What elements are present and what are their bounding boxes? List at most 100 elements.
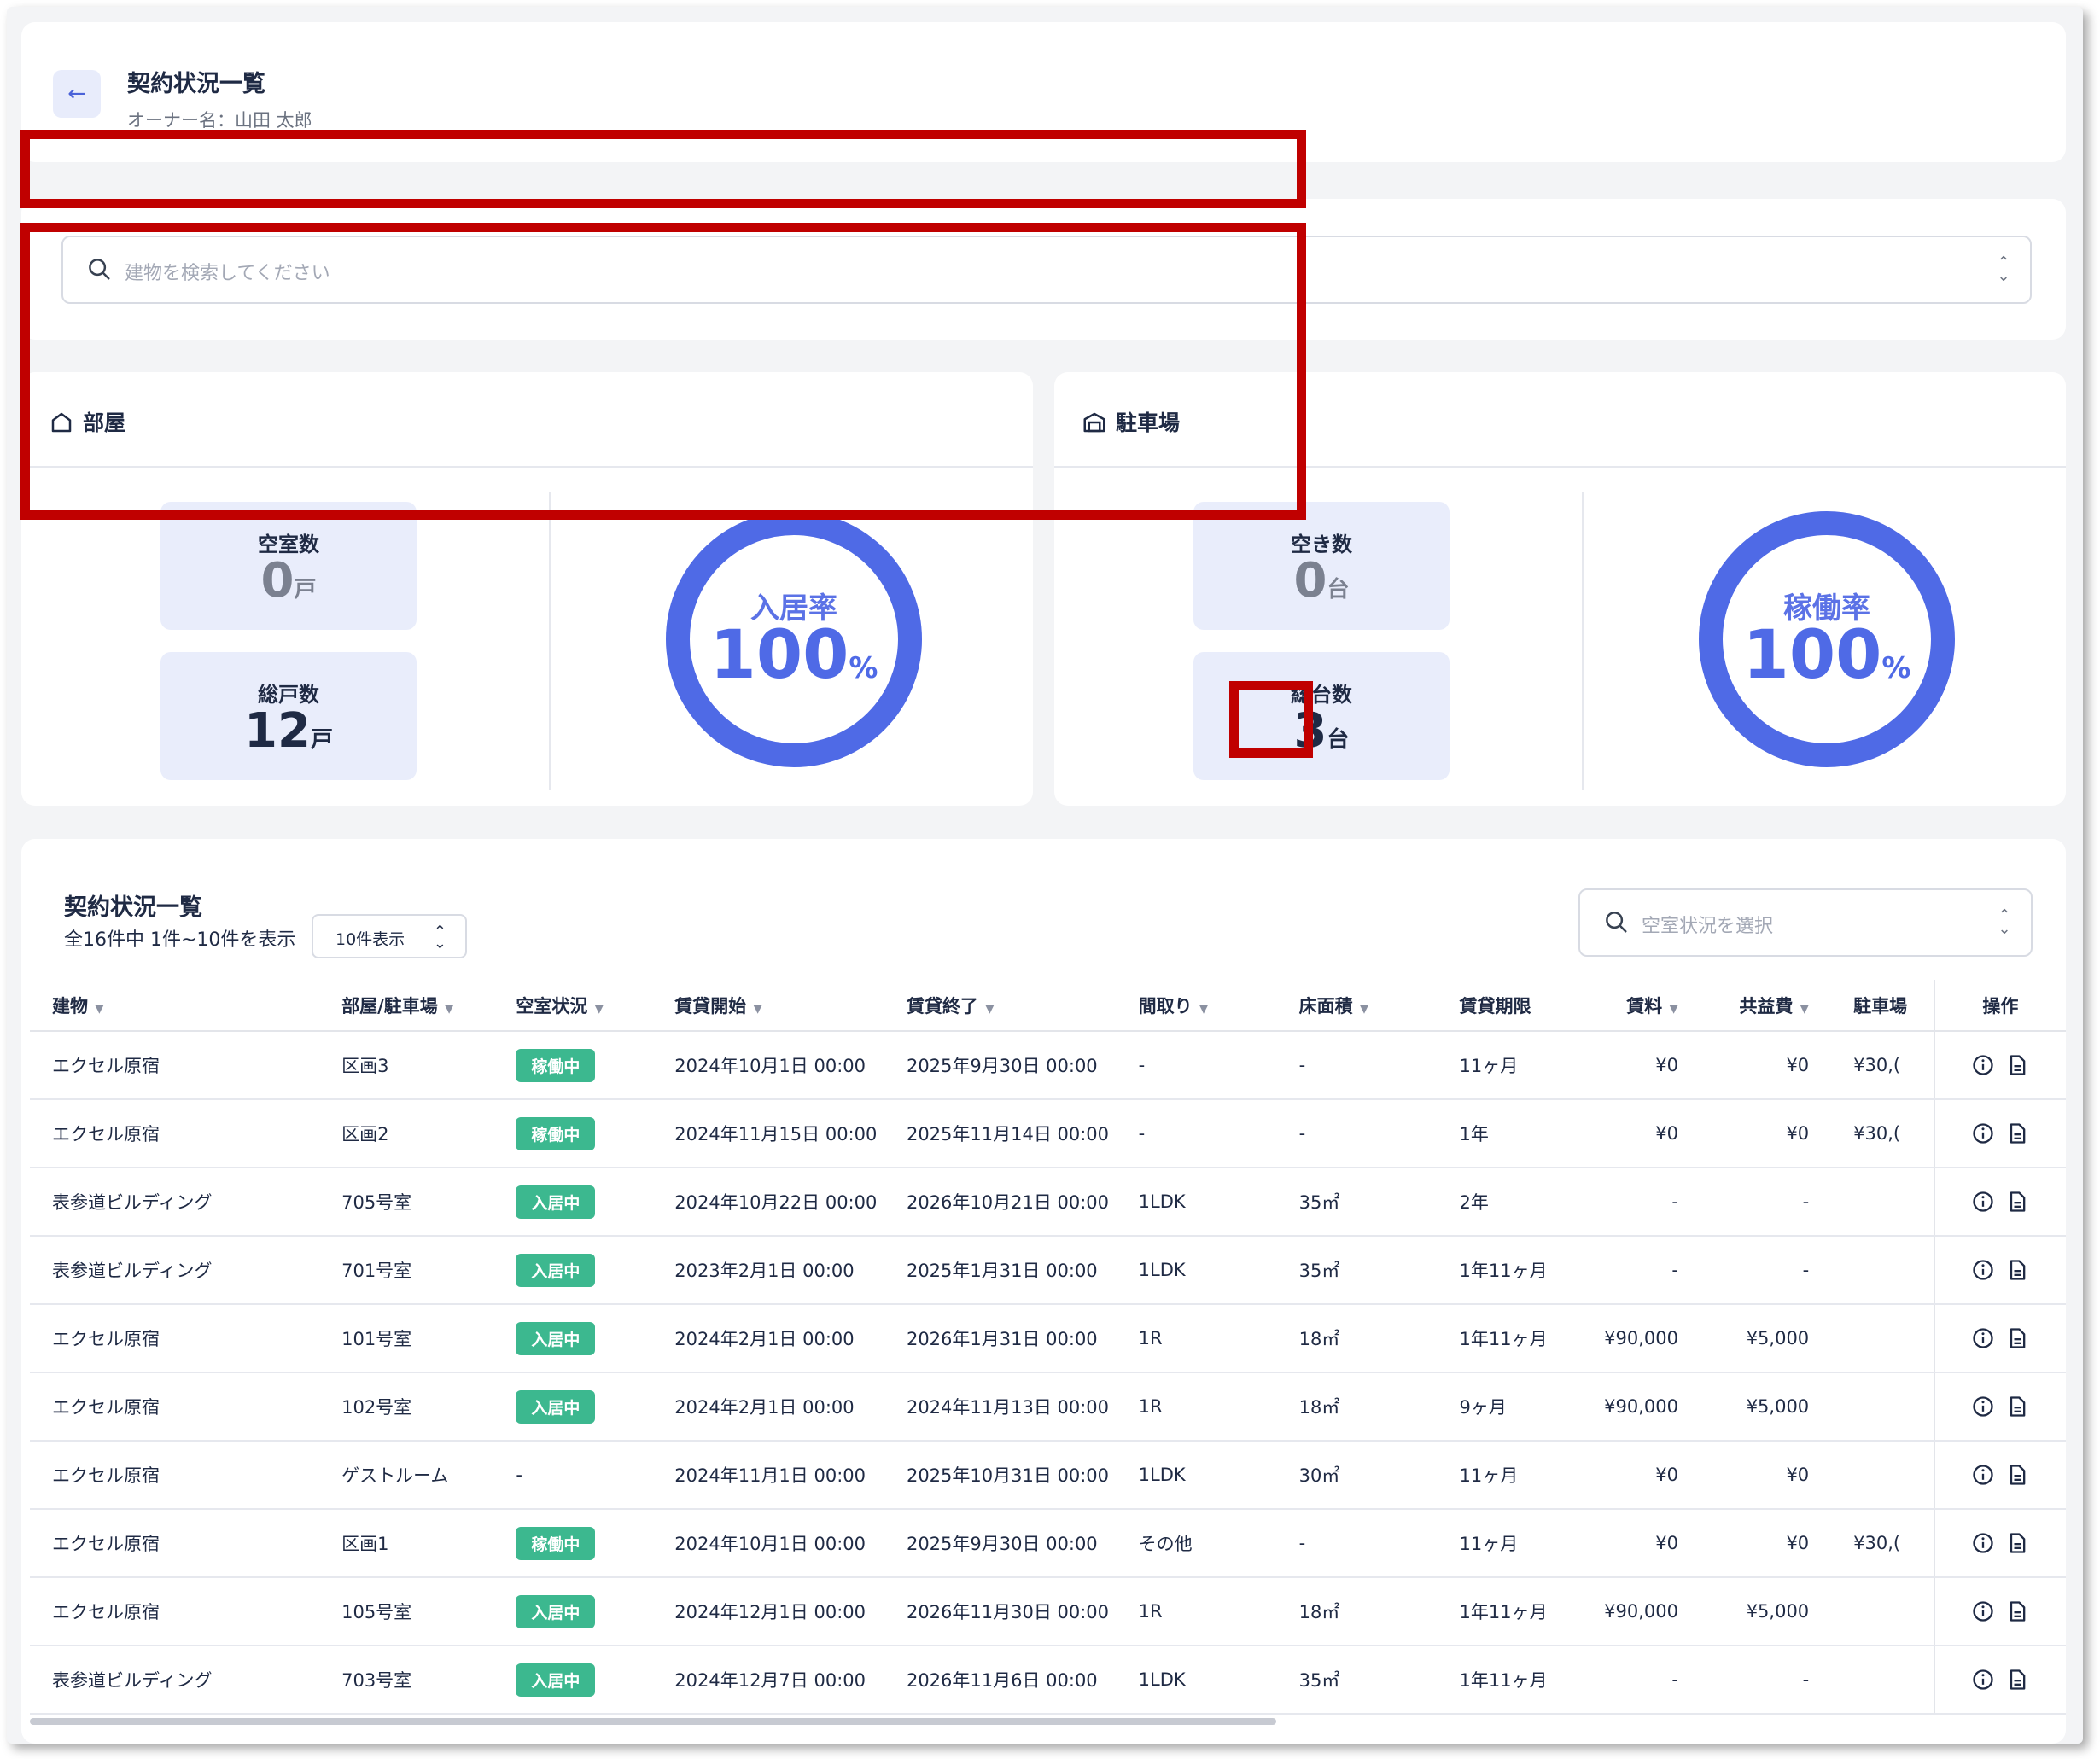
table-header-row: 建物 ▼ 部屋/駐車場 ▼ 空室状況 ▼ 賃貸開始 ▼ 賃貸終了 ▼ 間取り ▼ 床面積 ▼ … (30, 980, 2066, 1032)
table-row[interactable]: エクセル原宿 105号室 入居中 2024年12月1日 00:00 2026年11月30… (30, 1577, 2066, 1646)
horizontal-scrollbar[interactable] (30, 1718, 1276, 1725)
info-icon[interactable] (1971, 1395, 1995, 1418)
table-row[interactable]: エクセル原宿 102号室 入居中 2024年2月1日 00:00 2024年11月13日… (30, 1372, 2066, 1442)
column-header-area[interactable]: 床面積 ▼ (1276, 980, 1438, 1032)
chevron-up-down-icon: ⌃ ⌄ (433, 923, 446, 952)
cell-start: 2024年2月1日 00:00 (652, 1304, 884, 1373)
document-icon[interactable] (2005, 1531, 2029, 1555)
cell-parking (1831, 1168, 1934, 1237)
cell-parking: ¥30,( (1831, 1099, 1934, 1168)
cell-term: 1年 (1437, 1099, 1596, 1168)
cell-layout: - (1116, 1031, 1277, 1100)
cell-layout: 1LDK (1116, 1236, 1277, 1305)
cell-parking (1831, 1372, 1934, 1442)
cell-rent: ¥0 (1595, 1031, 1700, 1100)
table-row[interactable]: 表参道ビルディング 703号室 入居中 2024年12月7日 00:00 2026年11… (30, 1645, 2066, 1715)
cell-parking: ¥30,( (1831, 1509, 1934, 1578)
column-header-rent[interactable]: 賃料 ▼ (1595, 980, 1700, 1032)
cell-building: エクセル原宿 (30, 1441, 320, 1510)
divider (549, 492, 551, 790)
column-header-status[interactable]: 空室状況 ▼ (493, 980, 653, 1032)
cell-area: 35㎡ (1276, 1168, 1438, 1237)
cell-room: 101号室 (319, 1304, 494, 1373)
cell-area: 35㎡ (1276, 1236, 1438, 1305)
cell-layout: 1R (1116, 1372, 1277, 1442)
column-header-building[interactable]: 建物 ▼ (30, 980, 320, 1032)
sort-icon: ▼ (444, 1001, 454, 1016)
cell-layout: 1LDK (1116, 1168, 1277, 1237)
column-header-start[interactable]: 賃貸開始 ▼ (652, 980, 884, 1032)
cell-start: 2024年12月7日 00:00 (652, 1645, 884, 1715)
table-row[interactable]: エクセル原宿 区画2 稼働中 2024年11月15日 00:00 2025年11月14日… (30, 1099, 2066, 1168)
sort-icon: ▼ (1359, 1001, 1369, 1016)
contract-list-card: 契約状況一覧 全16件中 1件~10件を表示 10件表示 ⌃ ⌄ 空室状況を選択 … (21, 839, 2066, 1744)
document-icon[interactable] (2005, 1326, 2029, 1350)
per-page-select[interactable]: 10件表示 ⌃ ⌄ (312, 914, 467, 958)
document-icon[interactable] (2005, 1599, 2029, 1623)
back-button[interactable]: ← (53, 70, 101, 118)
table-row[interactable]: エクセル原宿 区画3 稼働中 2024年10月1日 00:00 2025年9月30日 0… (30, 1031, 2066, 1100)
cell-rent: - (1595, 1168, 1700, 1237)
info-icon[interactable] (1971, 1531, 1995, 1555)
info-icon[interactable] (1971, 1053, 1995, 1077)
info-icon[interactable] (1971, 1326, 1995, 1350)
cell-term: 11ヶ月 (1437, 1441, 1596, 1510)
cell-parking (1831, 1441, 1934, 1510)
cell-status: 稼働中 (493, 1099, 653, 1168)
table-row[interactable]: 表参道ビルディング 701号室 入居中 2023年2月1日 00:00 2025年1月3… (30, 1236, 2066, 1305)
document-icon[interactable] (2005, 1668, 2029, 1692)
cell-actions (1933, 1236, 2066, 1305)
cell-rent: ¥0 (1595, 1509, 1700, 1578)
cell-layout: 1R (1116, 1577, 1277, 1646)
highlight-summary (20, 223, 1306, 520)
cell-actions (1933, 1645, 2066, 1715)
sort-icon: ▼ (1800, 1001, 1810, 1016)
cell-status: 入居中 (493, 1372, 653, 1442)
status-filter-select[interactable]: 空室状況を選択 ⌃ ⌄ (1578, 888, 2033, 957)
cell-end: 2024年11月13日 00:00 (884, 1372, 1117, 1442)
cell-building: エクセル原宿 (30, 1372, 320, 1442)
document-icon[interactable] (2005, 1395, 2029, 1418)
document-icon[interactable] (2005, 1258, 2029, 1282)
cell-building: 表参道ビルディング (30, 1645, 320, 1715)
chevron-up-down-icon: ⌃ ⌄ (1998, 906, 2011, 938)
cell-status: 稼働中 (493, 1031, 653, 1100)
cell-rent: - (1595, 1236, 1700, 1305)
cell-actions (1933, 1168, 2066, 1237)
per-page-value: 10件表示 (335, 930, 405, 949)
cell-actions (1933, 1304, 2066, 1373)
cell-building: 表参道ビルディング (30, 1168, 320, 1237)
table-row[interactable]: エクセル原宿 101号室 入居中 2024年2月1日 00:00 2026年1月31日 … (30, 1304, 2066, 1373)
document-icon[interactable] (2005, 1190, 2029, 1214)
contract-table: 建物 ▼ 部屋/駐車場 ▼ 空室状況 ▼ 賃貸開始 ▼ 賃貸終了 ▼ 間取り ▼ 床面積 ▼ … (30, 980, 2066, 1715)
info-icon[interactable] (1971, 1258, 1995, 1282)
total-rooms-stat: 総戸数 12戸 (160, 652, 417, 780)
sort-icon: ▼ (984, 1001, 995, 1016)
cell-actions (1933, 1031, 2066, 1100)
column-header-layout[interactable]: 間取り ▼ (1116, 980, 1277, 1032)
column-header-room[interactable]: 部屋/駐車場 ▼ (319, 980, 494, 1032)
document-icon[interactable] (2005, 1053, 2029, 1077)
cell-start: 2024年11月15日 00:00 (652, 1099, 884, 1168)
info-icon[interactable] (1971, 1190, 1995, 1214)
cell-layout: 1LDK (1116, 1441, 1277, 1510)
cell-parking (1831, 1304, 1934, 1373)
cell-room: 701号室 (319, 1236, 494, 1305)
table-row[interactable]: エクセル原宿 ゲストルーム -2024年11月1日 00:00 2025年10月31日… (30, 1441, 2066, 1510)
table-row[interactable]: エクセル原宿 区画1 稼働中 2024年10月1日 00:00 2025年9月30日 0… (30, 1509, 2066, 1578)
column-header-end[interactable]: 賃貸終了 ▼ (884, 980, 1117, 1032)
document-icon[interactable] (2005, 1121, 2029, 1145)
info-icon[interactable] (1971, 1668, 1995, 1692)
info-icon[interactable] (1971, 1121, 1995, 1145)
cell-term: 2年 (1437, 1168, 1596, 1237)
column-header-fee[interactable]: 共益費 ▼ (1700, 980, 1832, 1032)
status-badge: 稼働中 (516, 1048, 596, 1082)
info-icon[interactable] (1971, 1599, 1995, 1623)
cell-fee: ¥0 (1700, 1031, 1832, 1100)
table-row[interactable]: 表参道ビルディング 705号室 入居中 2024年10月22日 00:00 2026年1… (30, 1168, 2066, 1237)
info-icon[interactable] (1971, 1463, 1995, 1487)
document-icon[interactable] (2005, 1463, 2029, 1487)
cell-room: 703号室 (319, 1645, 494, 1715)
cell-rent: ¥90,000 (1595, 1372, 1700, 1442)
cell-start: 2024年10月1日 00:00 (652, 1031, 884, 1100)
